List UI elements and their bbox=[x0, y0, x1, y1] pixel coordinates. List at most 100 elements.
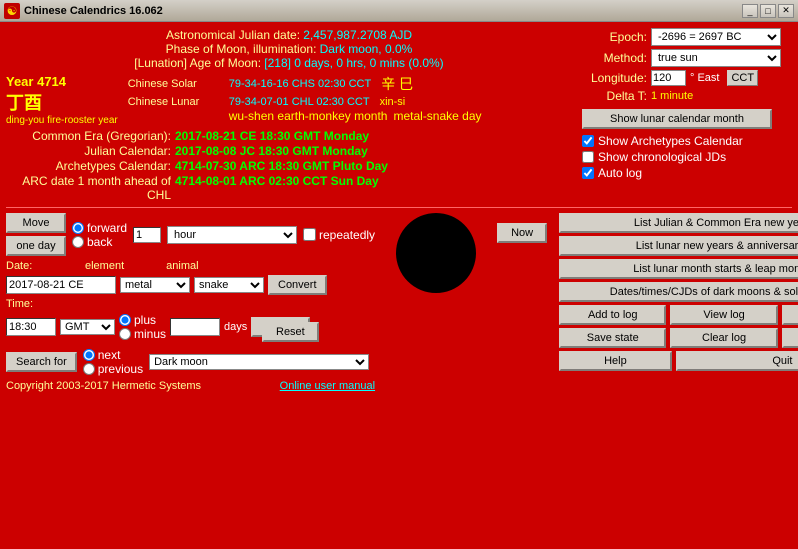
minimize-button[interactable]: _ bbox=[742, 4, 758, 18]
archetypes-checkbox[interactable] bbox=[582, 135, 594, 147]
move-button[interactable]: Move bbox=[6, 213, 66, 233]
maximize-button[interactable]: □ bbox=[760, 4, 776, 18]
repeat-check-row: repeatedly bbox=[303, 228, 375, 242]
method-select[interactable]: true sun bbox=[651, 49, 781, 67]
year-block: Year 4714 丁酉 ding-you fire-rooster year bbox=[6, 74, 118, 126]
julian-value: 2017-08-08 JC 18:30 GMT Monday bbox=[175, 144, 368, 158]
list-julian-button[interactable]: List Julian & Common Era new years bbox=[559, 213, 798, 233]
repeat-checkbox[interactable] bbox=[303, 228, 316, 241]
show-lunar-calendar-button[interactable]: Show lunar calendar month bbox=[582, 109, 772, 129]
deltat-label: Delta T: bbox=[582, 89, 647, 103]
animal-label: animal bbox=[166, 260, 198, 272]
phase-moon-line: Phase of Moon, illumination: Dark moon, … bbox=[6, 42, 572, 56]
autolog-checkbox[interactable] bbox=[582, 167, 594, 179]
one-day-button[interactable]: one day bbox=[6, 236, 66, 256]
help-button[interactable]: Help bbox=[559, 351, 672, 371]
lunar-sub2: metal-snake day bbox=[393, 109, 481, 123]
date-label: Date: bbox=[6, 260, 41, 272]
list-lunar-button[interactable]: List lunar new years & anniversaries bbox=[559, 236, 798, 256]
next-label: next bbox=[98, 348, 121, 362]
hour-select[interactable]: hour day week month year bbox=[167, 226, 297, 244]
main-content: Astronomical Julian date: 2,457,987.2708… bbox=[0, 22, 798, 549]
forward-radio-row: forward bbox=[72, 221, 127, 235]
method-label: Method: bbox=[582, 51, 647, 65]
next-radio[interactable] bbox=[83, 349, 95, 361]
longitude-label: Longitude: bbox=[582, 71, 647, 85]
phase-label: Phase of Moon, illumination: bbox=[166, 42, 317, 56]
chronological-checkbox[interactable] bbox=[582, 151, 594, 163]
dates-cjds-button[interactable]: Dates/times/CJDs of dark moons & solar t… bbox=[559, 282, 798, 302]
epoch-label: Epoch: bbox=[582, 30, 647, 44]
gmt-select[interactable]: GMT CCT UTC bbox=[60, 319, 115, 335]
lunar-value: 79-34-07-01 CHL 02:30 CCT bbox=[229, 96, 370, 108]
common-value: 2017-08-21 CE 18:30 GMT Monday bbox=[175, 129, 369, 143]
add-to-log-button[interactable]: Add to log bbox=[559, 305, 666, 325]
direction-radio-group: forward back bbox=[72, 221, 127, 249]
search-select[interactable]: Dark moon Full moon New year Solstice Eq… bbox=[149, 354, 369, 370]
title-bar: ☯ Chinese Calendrics 16.062 _ □ ✕ bbox=[0, 0, 798, 22]
plus-radio[interactable] bbox=[119, 314, 131, 326]
autolog-check-row: Auto log bbox=[582, 166, 792, 180]
search-for-button[interactable]: Search for bbox=[6, 352, 77, 372]
quit-button[interactable]: Quit bbox=[676, 351, 798, 371]
method-row: Method: true sun bbox=[582, 49, 792, 67]
chinese-year-sub: ding-you fire-rooster year bbox=[6, 115, 118, 126]
view-log-button[interactable]: View log bbox=[670, 305, 777, 325]
save-state-button[interactable]: Save state bbox=[559, 328, 666, 348]
common-label: Common Era (Gregorian): bbox=[6, 129, 171, 143]
configure-log-button[interactable]: Configure log bbox=[782, 305, 798, 325]
forward-label: forward bbox=[87, 221, 127, 235]
julian-label: Julian Calendar: bbox=[6, 144, 171, 158]
solar-extra: 辛 巳 bbox=[381, 74, 413, 94]
previous-label: previous bbox=[98, 362, 143, 376]
app-icon: ☯ bbox=[4, 3, 20, 19]
astro-julian-label: Astronomical Julian date: bbox=[166, 28, 300, 42]
manual-link[interactable]: Online user manual bbox=[280, 380, 375, 392]
minus-radio[interactable] bbox=[119, 328, 131, 340]
animal-select[interactable]: snake rat ox tiger rabbit dragon horse g… bbox=[194, 277, 264, 293]
time-label: Time: bbox=[6, 298, 41, 310]
epoch-row: Epoch: -2696 = 2697 BC bbox=[582, 28, 792, 46]
arc-label: ARC date 1 month ahead of CHL bbox=[6, 174, 171, 202]
archetypes-check-row: Show Archetypes Calendar bbox=[582, 134, 792, 148]
cct-button[interactable]: CCT bbox=[727, 70, 758, 86]
lunation-label: [Lunation] Age of Moon: bbox=[134, 56, 261, 70]
close-button[interactable]: ✕ bbox=[778, 4, 794, 18]
previous-radio[interactable] bbox=[83, 363, 95, 375]
archetypes-check-label: Show Archetypes Calendar bbox=[598, 134, 743, 148]
restore-state-button[interactable]: Restore state bbox=[782, 328, 798, 348]
repeat-label: repeatedly bbox=[319, 228, 375, 242]
lunation-value: [218] 0 days, 0 hrs, 0 mins (0.0%) bbox=[264, 56, 443, 70]
time-input[interactable] bbox=[6, 318, 56, 336]
epoch-select[interactable]: -2696 = 2697 BC bbox=[651, 28, 781, 46]
forward-radio[interactable] bbox=[72, 222, 84, 234]
window-controls: _ □ ✕ bbox=[742, 4, 794, 18]
element-label: element bbox=[85, 260, 124, 272]
date-input[interactable] bbox=[6, 276, 116, 294]
clear-log-button[interactable]: Clear log bbox=[670, 328, 777, 348]
reset-button[interactable]: Reset bbox=[262, 322, 319, 342]
top-left-info: Astronomical Julian date: 2,457,987.2708… bbox=[6, 28, 572, 202]
help-quit-row: Help Quit bbox=[559, 351, 798, 371]
element-select[interactable]: metal wood fire earth water bbox=[120, 277, 190, 293]
right-panel: Epoch: -2696 = 2697 BC Method: true sun … bbox=[572, 28, 792, 202]
archetypes-value: 4714-07-30 ARC 18:30 GMT Pluto Day bbox=[175, 159, 388, 173]
solar-label: Chinese Solar bbox=[128, 78, 223, 90]
lunar-sub1: wu-shen earth-monkey month bbox=[229, 109, 388, 123]
now-button[interactable]: Now bbox=[497, 223, 547, 243]
list-lunar-month-button[interactable]: List lunar month starts & leap months bbox=[559, 259, 798, 279]
convert-button[interactable]: Convert bbox=[268, 275, 327, 295]
lunar-extra: xin-si bbox=[380, 96, 406, 108]
num-input[interactable] bbox=[133, 227, 161, 243]
top-info-section: Astronomical Julian date: 2,457,987.2708… bbox=[6, 28, 792, 202]
phase-value: Dark moon, 0.0% bbox=[320, 42, 413, 56]
moon-display bbox=[396, 213, 476, 293]
back-radio-row: back bbox=[72, 235, 127, 249]
back-radio[interactable] bbox=[72, 236, 84, 248]
east-label: ° East bbox=[690, 72, 719, 84]
era-section: Common Era (Gregorian): 2017-08-21 CE 18… bbox=[6, 129, 572, 202]
astro-julian-value: 2,457,987.2708 AJD bbox=[303, 28, 412, 42]
archetypes-label: Archetypes Calendar: bbox=[6, 159, 171, 173]
longitude-input[interactable] bbox=[651, 70, 686, 86]
app-title: Chinese Calendrics 16.062 bbox=[24, 5, 742, 17]
